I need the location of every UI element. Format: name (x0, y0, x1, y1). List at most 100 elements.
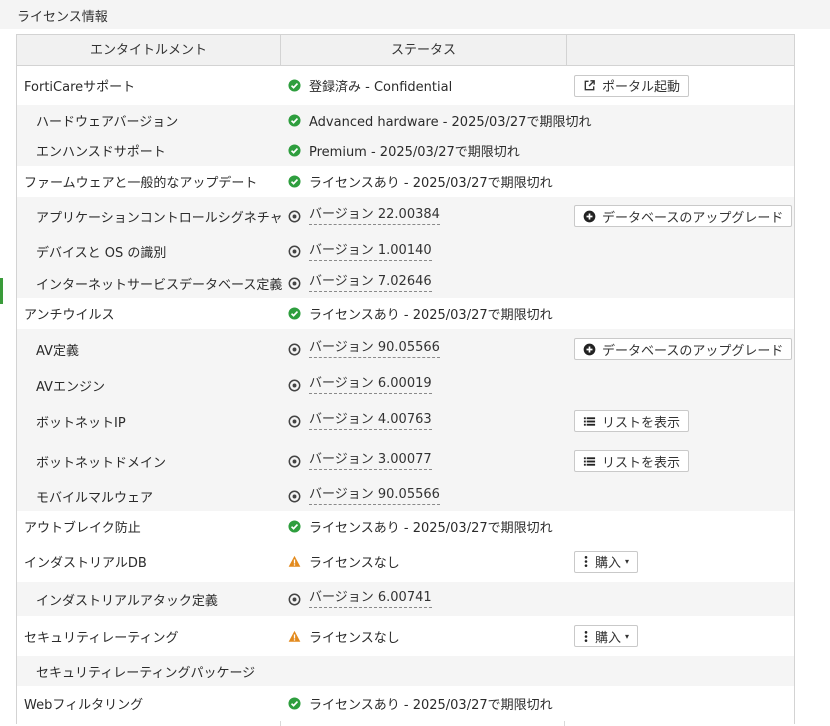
table-row: インダストリアルアタック定義 バージョン 6.00741 (17, 582, 794, 616)
entitlement-name: セキュリティレーティング (24, 630, 179, 646)
target-icon (288, 490, 309, 503)
table-row: AVエンジン バージョン 6.00019 (17, 369, 794, 401)
target-icon (288, 210, 309, 223)
button-label: ポータル起動 (602, 80, 681, 95)
status-cell: Advanced hardware - 2025/03/27で期限切れ (288, 105, 591, 135)
check-circle-icon (288, 697, 309, 710)
action-cell: ポータル起動 (574, 66, 690, 105)
target-icon (288, 593, 309, 606)
action-cell: データベースのアップグレード (574, 197, 793, 235)
plus-circle-icon (583, 210, 602, 223)
status-text: ライセンスあり - 2025/03/27で期限切れ (309, 176, 553, 191)
warning-icon (288, 630, 309, 643)
table-row: インダストリアルDB ライセンスなし 購入 ▾ (17, 541, 794, 582)
table-row: ハードウェアバージョン Advanced hardware - 2025/03/2… (17, 105, 794, 135)
target-icon (288, 343, 309, 356)
launch-portal-button[interactable]: ポータル起動 (574, 74, 690, 97)
status-cell: バージョン 7.02646 (288, 268, 432, 298)
version-link[interactable]: バージョン 90.05566 (309, 340, 440, 358)
table-row: セキュリティレーティングパッケージ (17, 656, 794, 686)
check-circle-icon (288, 144, 309, 157)
table-row: FortiCareサポート 登録済み - Confidential ポータル起動 (17, 66, 794, 105)
status-cell: ライセンスあり - 2025/03/27で期限切れ (288, 166, 553, 197)
version-link[interactable]: バージョン 7.02646 (309, 274, 432, 292)
upgrade-database-button[interactable]: データベースのアップグレード (574, 205, 793, 227)
button-label: データベースのアップグレード (602, 210, 784, 226)
status-cell: バージョン 90.05566 (288, 481, 440, 511)
purchase-button[interactable]: 購入 ▾ (574, 550, 639, 573)
entitlement-name: デバイスと OS の識別 (36, 246, 167, 261)
status-text: ライセンスなし (309, 630, 400, 646)
view-list-button[interactable]: リストを表示 (574, 450, 690, 472)
status-cell: バージョン 1.00140 (288, 235, 432, 268)
entitlement-name: エンハンスドサポート (36, 145, 166, 160)
table-row: インターネットサービスデータベース定義 バージョン 7.02646 (17, 268, 794, 298)
warning-icon (288, 555, 309, 568)
column-header-status[interactable]: ステータス (281, 35, 567, 66)
table-row: アンチウイルス ライセンスあり - 2025/03/27で期限切れ (17, 298, 794, 329)
caret-down-icon: ▾ (625, 557, 630, 566)
status-cell: バージョン 6.00019 (288, 369, 432, 401)
entitlement-name: ファームウェアと一般的なアップデート (24, 176, 258, 191)
status-cell: ライセンスあり - 2025/03/27で期限切れ (288, 686, 553, 721)
entitlement-name: アプリケーションコントロールシグネチャ (36, 210, 283, 226)
external-link-icon (583, 79, 602, 92)
table-row: アプリケーションコントロールシグネチャ バージョン 22.00384 データベースの… (17, 197, 794, 235)
status-cell: 登録済み - Confidential (288, 66, 452, 105)
version-link[interactable]: バージョン 4.00763 (309, 412, 432, 430)
action-cell: 購入 ▾ (574, 541, 639, 582)
status-text: ライセンスあり - 2025/03/27で期限切れ (309, 308, 553, 323)
entitlement-name: インダストリアルアタック定義 (36, 593, 218, 609)
version-link[interactable]: バージョン 6.00019 (309, 376, 432, 394)
button-label: リストを表示 (602, 415, 681, 431)
table-row: ファームウェアと一般的なアップデート ライセンスあり - 2025/03/27で期… (17, 166, 794, 197)
vertical-dots-icon (583, 555, 595, 568)
version-link[interactable]: バージョン 6.00741 (309, 590, 432, 608)
entitlement-name: AVエンジン (36, 379, 105, 395)
action-cell: リストを表示 (574, 441, 690, 481)
target-icon (288, 245, 309, 258)
button-label: 購入 (595, 630, 622, 646)
table-row: AV定義 バージョン 90.05566 データベースのアップグレード (17, 329, 794, 369)
version-link[interactable]: バージョン 22.00384 (309, 207, 440, 225)
status-text: ライセンスあり - 2025/03/27で期限切れ (309, 698, 553, 713)
check-circle-icon (288, 307, 309, 320)
table-row: デバイスと OS の識別 バージョン 1.00140 (17, 235, 794, 268)
entitlement-name: インターネットサービスデータベース定義 (36, 277, 283, 293)
table-row: アウトブレイク防止 ライセンスあり - 2025/03/27で期限切れ (17, 511, 794, 541)
status-text: Advanced hardware - 2025/03/27で期限切れ (309, 114, 592, 130)
check-circle-icon (288, 113, 309, 127)
button-label: リストを表示 (602, 455, 681, 471)
status-cell: バージョン 22.00384 (288, 197, 440, 235)
table-row: モバイルマルウェア バージョン 90.05566 (17, 481, 794, 511)
entitlement-name: アンチウイルス (24, 308, 115, 323)
license-table: エンタイトルメント ステータス FortiCareサポート 登録済み - Conf… (16, 34, 795, 726)
purchase-button[interactable]: 購入 ▾ (574, 625, 639, 647)
column-header-entitlement[interactable]: エンタイトルメント (17, 35, 281, 66)
status-text: 登録済み - Confidential (309, 80, 453, 95)
section-title: ライセンス情報 (17, 10, 108, 25)
caret-down-icon: ▾ (625, 631, 630, 641)
upgrade-database-button[interactable]: データベースのアップグレード (574, 338, 793, 360)
status-cell: Premium - 2025/03/27で期限切れ (288, 135, 520, 166)
entitlement-name: インダストリアルDB (24, 556, 147, 571)
version-link[interactable]: バージョン 1.00140 (309, 243, 432, 261)
entitlement-name: AV定義 (36, 343, 79, 359)
entitlement-name: ボットネットIP (36, 415, 126, 431)
table-row: Webフィルタリング ライセンスあり - 2025/03/27で期限切れ (17, 686, 794, 721)
action-cell: 購入 ▾ (574, 616, 639, 656)
status-cell: バージョン 90.05566 (288, 329, 440, 369)
check-circle-icon (288, 519, 309, 533)
list-icon (583, 455, 602, 468)
left-accent-bar (0, 278, 3, 304)
status-cell: ライセンスあり - 2025/03/27で期限切れ (288, 298, 553, 329)
view-list-button[interactable]: リストを表示 (574, 410, 690, 432)
version-link[interactable]: バージョン 90.05566 (309, 487, 440, 505)
status-cell: ライセンスあり - 2025/03/27で期限切れ (288, 511, 553, 541)
version-link[interactable]: バージョン 3.00077 (309, 452, 432, 470)
button-label: データベースのアップグレード (602, 343, 784, 359)
status-cell: バージョン 3.00077 (288, 441, 432, 481)
status-cell: バージョン 6.00741 (288, 582, 432, 616)
action-cell: リストを表示 (574, 401, 690, 441)
status-cell: ライセンスなし (288, 616, 400, 656)
